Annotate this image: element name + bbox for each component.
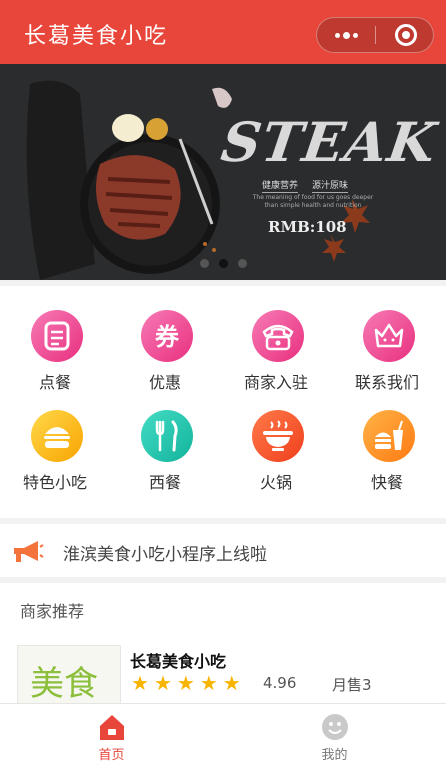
notice-bar[interactable]: 淮滨美食小吃小程序上线啦 [0, 528, 446, 576]
app-title: 长葛美食小吃 [24, 24, 169, 49]
category-label: 联系我们 [354, 373, 419, 392]
category-label: 商家入驻 [243, 373, 308, 392]
banner-headline: STEAK [217, 110, 441, 174]
category-hotpot[interactable]: 火锅 [221, 396, 331, 494]
category-fast-food[interactable]: 快餐 [332, 396, 442, 494]
svg-text:券: 券 [155, 323, 180, 351]
star-icon: ★ [199, 671, 218, 695]
banner-carousel[interactable]: STEAK 健康营养 源汁原味 The meaning of food for … [0, 64, 446, 280]
banner-description: The meaning of food for us goes deeper t… [252, 194, 374, 209]
order-icon [31, 310, 83, 362]
banner-tag: 健康营养 [262, 178, 299, 193]
carousel-dot[interactable] [199, 259, 209, 268]
shop-rating: 4.96 [263, 674, 297, 692]
tab-bar: 首页 我的 [0, 703, 446, 773]
category-contact[interactable]: 联系我们 [332, 296, 442, 394]
shop-thumbnail: 美食 [17, 645, 121, 711]
divider [0, 518, 446, 524]
tab-home-label: 首页 [98, 748, 125, 763]
carousel-dot-active[interactable] [218, 259, 228, 268]
nav-bar: 长葛美食小吃 [0, 0, 446, 64]
category-label: 优惠 [148, 373, 181, 392]
shop-monthly-sales: 月售3 [332, 676, 372, 694]
banner-tag: 源汁原味 [312, 178, 349, 193]
telephone-icon [252, 310, 304, 362]
category-specialty-snacks[interactable]: 特色小吃 [0, 396, 110, 494]
tab-home[interactable]: 首页 [0, 704, 223, 773]
fastfood-icon [363, 410, 415, 462]
hotpot-icon [252, 410, 304, 462]
divider [0, 280, 446, 286]
carousel-dots [0, 259, 446, 268]
divider [0, 577, 446, 583]
tab-profile-label: 我的 [321, 748, 348, 763]
category-label: 点餐 [38, 373, 71, 392]
more-icon[interactable] [317, 18, 375, 52]
shop-thumbnail-text: 美食 [30, 664, 98, 704]
megaphone-icon [14, 541, 44, 562]
star-icon: ★ [176, 671, 195, 695]
category-label: 火锅 [259, 473, 292, 492]
home-icon [100, 715, 124, 740]
user-icon [322, 714, 348, 740]
category-label: 快餐 [370, 473, 403, 492]
shop-card[interactable]: 美食 长葛美食小吃 ★ ★ ★ ★ ★ 4.96 月售3 [0, 632, 446, 712]
capsule-divider [375, 26, 376, 44]
category-label: 西餐 [148, 473, 181, 492]
fork-knife-icon [141, 410, 193, 462]
category-coupon[interactable]: 券 优惠 [110, 296, 220, 394]
contact-icon [363, 310, 415, 362]
star-icon: ★ [222, 671, 241, 695]
star-icon: ★ [131, 671, 149, 695]
shop-stars: ★ ★ ★ ★ ★ [131, 672, 241, 694]
capsule-menu [316, 17, 434, 53]
banner-price: RMB:108 [268, 218, 347, 236]
shop-name: 长葛美食小吃 [130, 652, 227, 671]
section-title: 商家推荐 [20, 602, 85, 621]
category-label: 特色小吃 [22, 473, 87, 492]
category-order[interactable]: 点餐 [0, 296, 110, 394]
burger-icon [31, 410, 83, 462]
banner-tags: 健康营养 源汁原味 [262, 178, 349, 193]
star-icon: ★ [153, 671, 172, 695]
tab-profile[interactable]: 我的 [223, 704, 446, 773]
close-icon[interactable] [395, 24, 417, 46]
category-western-food[interactable]: 西餐 [110, 396, 220, 494]
notice-text: 淮滨美食小吃小程序上线啦 [63, 545, 267, 565]
category-merchant-join[interactable]: 商家入驻 [221, 296, 331, 394]
carousel-dot[interactable] [237, 259, 247, 268]
coupon-icon: 券 [141, 310, 193, 362]
